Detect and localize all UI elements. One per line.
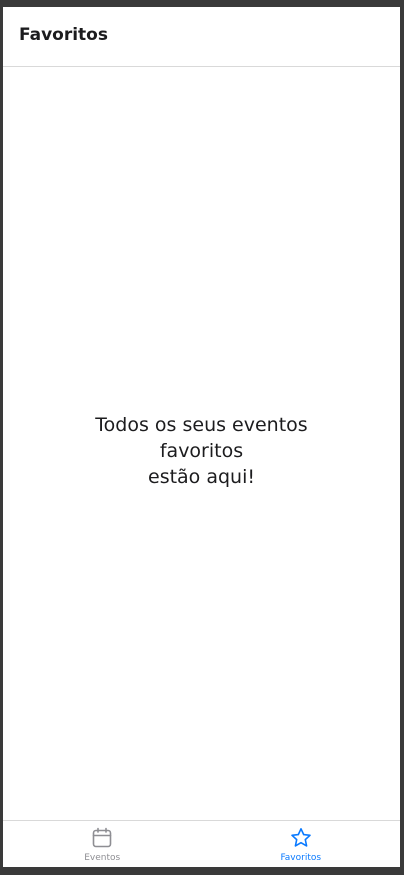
tab-eventos[interactable]: Eventos bbox=[3, 821, 202, 867]
page-title: Favoritos bbox=[19, 25, 108, 45]
star-icon bbox=[290, 828, 311, 847]
empty-state-line-1: Todos os seus eventos bbox=[95, 413, 308, 436]
tab-bar: Eventos Favoritos bbox=[3, 820, 400, 867]
tab-eventos-label: Eventos bbox=[84, 853, 121, 863]
app-screen: Favoritos Todos os seus eventos favorito… bbox=[3, 7, 400, 867]
favorites-content: Todos os seus eventos favoritos estão aq… bbox=[3, 67, 400, 820]
tab-favoritos-label: Favoritos bbox=[280, 853, 322, 863]
empty-state-message: Todos os seus eventos favoritos estão aq… bbox=[82, 412, 322, 490]
empty-state-line-3: estão aqui! bbox=[148, 465, 255, 488]
header: Favoritos bbox=[3, 7, 400, 67]
tab-favoritos[interactable]: Favoritos bbox=[202, 821, 401, 867]
empty-state-line-2: favoritos bbox=[159, 439, 244, 462]
calendar-icon bbox=[92, 827, 112, 848]
